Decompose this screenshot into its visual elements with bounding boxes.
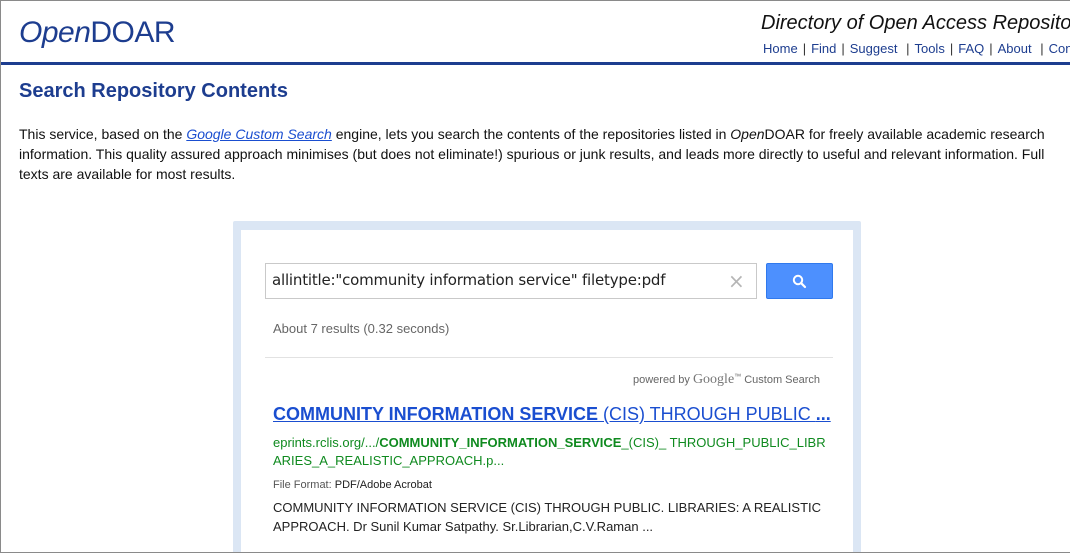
google-branding: powered by Google™ Custom Search — [633, 372, 820, 388]
intro-part2: engine, lets you search the contents of … — [331, 126, 731, 142]
result-snippet: COMMUNITY INFORMATION SERVICE (CIS) THRO… — [273, 500, 822, 534]
nav-separator: | — [989, 41, 993, 56]
result-title-bold: COMMUNITY INFORMATION SERVICE — [273, 404, 599, 424]
results-divider — [265, 357, 833, 358]
result-title-link[interactable]: COMMUNITY INFORMATION SERVICE (CIS) THRO… — [273, 404, 831, 425]
result-title-rest: (CIS) THROUGH PUBLIC — [598, 404, 816, 424]
google-custom-search-link[interactable]: Google Custom Search — [186, 126, 332, 142]
search-query-text[interactable]: allintitle:"community information servic… — [272, 271, 666, 289]
nav-suggest[interactable]: Suggest — [850, 41, 898, 56]
format-value: PDF/Adobe Acrobat — [334, 479, 432, 491]
close-icon[interactable]: × — [728, 269, 745, 293]
header-rule — [1, 62, 1070, 65]
logo-rest: DOAR — [90, 16, 176, 49]
intro-open-italic: Open — [730, 126, 765, 142]
page-title: Search Repository Contents — [19, 80, 288, 102]
nav-separator: | — [1036, 41, 1044, 56]
search-icon — [792, 274, 807, 289]
nav-separator: | — [841, 41, 845, 56]
nav-about[interactable]: About — [998, 41, 1032, 56]
page-frame: OpenDOAR Directory of Open Access Reposi… — [0, 0, 1070, 553]
result-url-prefix: eprints.rclis.org/.../ — [273, 435, 380, 450]
format-label: File Format: — [273, 479, 335, 491]
branding-suffix: Custom Search — [741, 374, 821, 386]
nav-find[interactable]: Find — [811, 41, 836, 56]
result-title-ellipsis: ... — [815, 404, 831, 424]
branding-prefix: powered by — [633, 374, 693, 386]
nav-home[interactable]: Home — [763, 41, 798, 56]
intro-text: This service, based on the Google Custom… — [19, 124, 1054, 184]
nav-separator: | — [902, 41, 910, 56]
opendoar-logo[interactable]: OpenDOAR — [19, 16, 176, 50]
top-navigation: Home | Find | Suggest | Tools | FAQ | About | Cont… — [763, 41, 1070, 56]
logo-italic: Open — [19, 16, 91, 49]
result-stats: About 7 results (0.32 seconds) — [273, 321, 450, 336]
nav-separator: | — [802, 41, 807, 56]
nav-contact[interactable]: Contact U — [1049, 41, 1070, 56]
nav-separator: | — [949, 41, 954, 56]
nav-faq[interactable]: FAQ — [958, 41, 984, 56]
result-url-bold: COMMUNITY_INFORMATION_SERVICE — [379, 435, 622, 450]
intro-part1: This service, based on the — [19, 126, 187, 142]
nav-tools[interactable]: Tools — [914, 41, 944, 56]
google-logo: Google — [692, 372, 735, 387]
search-button[interactable] — [766, 263, 833, 299]
site-tagline: Directory of Open Access Repositories — [761, 12, 1070, 34]
result-url: eprints.rclis.org/.../COMMUNITY_INFORMAT… — [273, 434, 833, 470]
result-file-format: File Format: PDF/Adobe Acrobat — [273, 479, 432, 491]
